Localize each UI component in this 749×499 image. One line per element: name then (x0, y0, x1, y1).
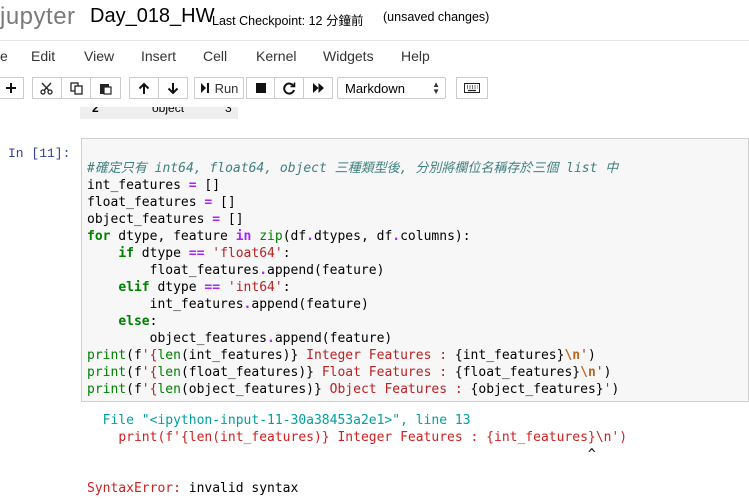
menu-bar: e Edit View Insert Cell Kernel Widgets H… (0, 40, 749, 71)
stop-icon (255, 83, 266, 93)
toolbar: Run Markdown ▲ ▼ (0, 71, 749, 108)
paste-icon (100, 83, 112, 95)
restart-button[interactable] (274, 77, 304, 99)
run-label: Run (214, 80, 239, 96)
command-palette-button[interactable] (456, 77, 488, 99)
paste-button[interactable] (90, 77, 121, 99)
row-index: 2 (92, 107, 99, 115)
notebook-name[interactable]: Day_018_HW (90, 5, 215, 28)
row-dtype: object (152, 107, 185, 115)
menu-kernel[interactable]: Kernel (256, 48, 296, 64)
menu-edit[interactable]: Edit (31, 48, 55, 64)
input-prompt: In [11]: (8, 146, 71, 161)
cut-icon (40, 82, 53, 95)
menu-cell[interactable]: Cell (203, 48, 227, 64)
restart-run-all-button[interactable] (303, 77, 333, 99)
error-output: File "<ipython-input-11-30a38453a2e1>", … (87, 413, 628, 496)
run-button[interactable]: Run (194, 77, 244, 99)
cell-type-value: Markdown (345, 80, 405, 96)
last-checkpoint: Last Checkpoint: 12 分鐘前 (212, 14, 364, 28)
interrupt-button[interactable] (246, 77, 275, 99)
menu-file[interactable]: e (0, 48, 8, 64)
code-comment: #確定只有 int64, float64, object 三種類型後, 分別將欄… (87, 161, 619, 176)
arrow-down-icon (167, 82, 179, 94)
keyboard-icon (464, 83, 480, 93)
error-type: SyntaxError: (87, 481, 181, 496)
code-content[interactable]: #確定只有 int64, float64, object 三種類型後, 分別將欄… (87, 160, 619, 398)
arrow-up-icon (138, 82, 150, 94)
menu-widgets[interactable]: Widgets (323, 48, 374, 64)
select-arrows-icon: ▲ ▼ (432, 80, 440, 96)
restart-icon (282, 82, 295, 94)
move-up-button[interactable] (129, 77, 159, 99)
copy-button[interactable] (61, 77, 91, 99)
jupyter-logo[interactable]: jupyter (0, 3, 76, 31)
row-count: 3 (225, 107, 232, 115)
menu-insert[interactable]: Insert (141, 48, 176, 64)
run-icon (200, 83, 209, 93)
menu-help[interactable]: Help (401, 48, 430, 64)
cut-button[interactable] (32, 77, 62, 99)
plus-icon (6, 83, 16, 93)
move-down-button[interactable] (158, 77, 188, 99)
menu-view[interactable]: View (84, 48, 114, 64)
cell-type-select[interactable]: Markdown ▲ ▼ (337, 77, 446, 99)
error-message: invalid syntax (180, 481, 299, 496)
fast-forward-icon (312, 83, 324, 93)
header: jupyter Day_018_HW Last Checkpoint: 12 分… (0, 0, 749, 40)
copy-icon (69, 81, 83, 95)
previous-output-row: 2 object 3 (80, 107, 238, 119)
insert-cell-button[interactable] (0, 77, 24, 99)
unsaved-changes: (unsaved changes) (383, 10, 490, 24)
